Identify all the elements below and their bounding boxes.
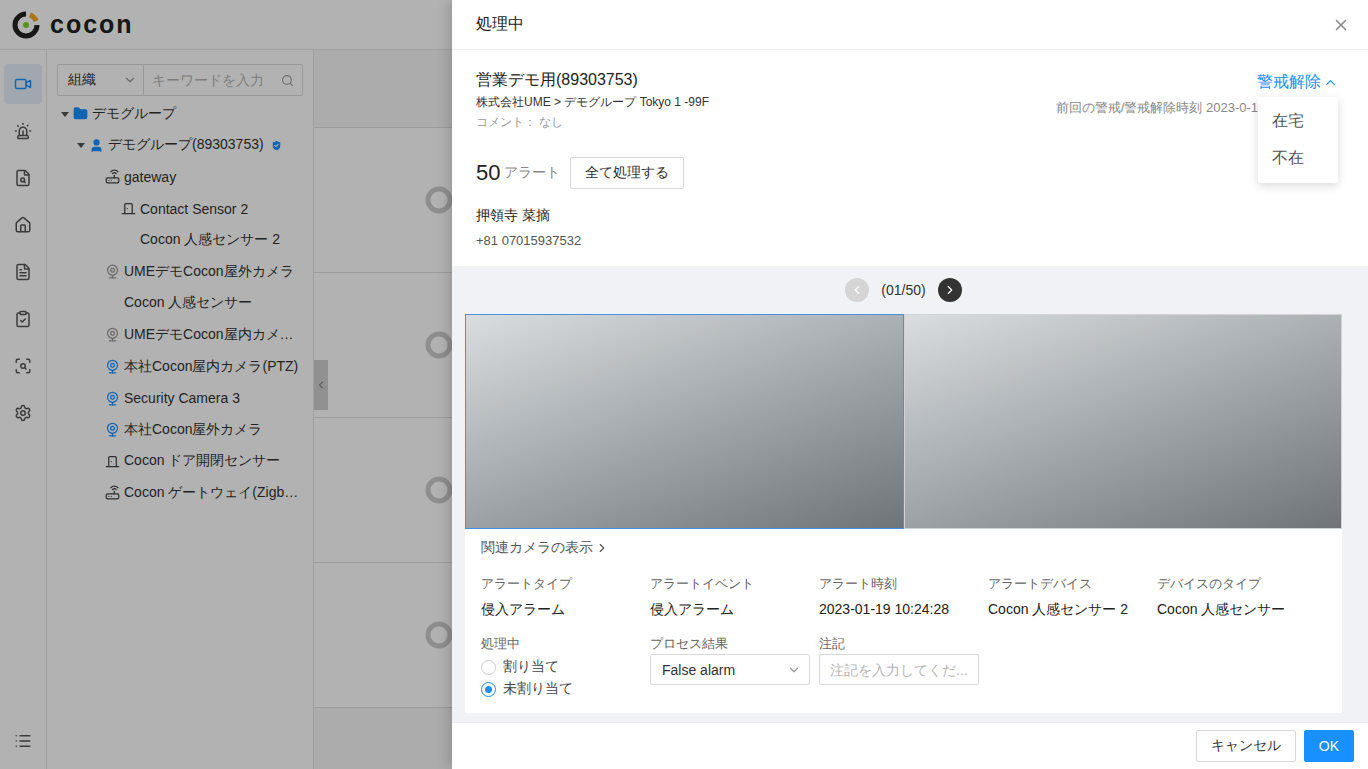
detail-fields: アラートタイプ侵入アラームアラートイベント侵入アラームアラート時刻2023-01… [465,575,1342,619]
field-label: 注記 [819,635,988,653]
snapshot[interactable] [465,314,904,529]
cancel-button[interactable]: キャンセル [1196,730,1296,762]
field-label: アラートイベント [650,575,819,593]
alert-count: 50 [476,160,500,186]
ok-button[interactable]: OK [1304,730,1354,762]
status-radios: 割り当て未割り当て [481,657,650,699]
result-select[interactable]: False alarm [650,654,810,685]
field-value: 侵入アラーム [481,601,650,619]
detail-field: アラートデバイス Cocon 人感センサー 2 [988,575,1157,619]
field-label: アラートタイプ [481,575,650,593]
process-fields: 処理中割り当て未割り当てプロセス結果False alarm注記 [465,635,1342,699]
radio-dot [481,660,496,675]
arm-toggle[interactable]: 警戒解除 [1257,70,1338,93]
drawer-footer: キャンセルOK [452,722,1368,769]
arm-option[interactable]: 在宅 [1258,103,1338,140]
app: cocon組織デモグループデモグループ(89303753)gatewayCont… [0,0,1368,769]
field-value: 侵入アラーム [650,601,819,619]
field-label: アラート時刻 [819,575,988,593]
related-cameras-link[interactable]: 関連カメラの表示 [465,529,1342,557]
field-label: アラートデバイス [988,575,1157,593]
field-value: Cocon 人感センサー 2 [988,601,1157,619]
contact-name: 押領寺 菜摘 [476,207,1338,225]
drawer-header: 処理中 [452,0,1368,50]
arm-menu: 在宅不在 [1258,97,1338,183]
chevron-right-icon [943,283,957,297]
chevron-down-icon [787,663,801,677]
detail-field: デバイスのタイプ Cocon 人感センサー [1157,575,1326,619]
note-input[interactable] [819,654,979,685]
page-text: (01/50) [881,282,925,298]
snapshots [465,314,1342,529]
alert-summary: 50アラート全て処理する [476,157,1338,189]
detail-field: アラートイベント侵入アラーム [650,575,819,619]
status-field: 処理中割り当て未割り当て [481,635,650,699]
drawer-title: 処理中 [476,14,524,35]
alert-card: 関連カメラの表示アラートタイプ侵入アラームアラートイベント侵入アラームアラート時… [465,314,1342,713]
chevron-left-icon [850,283,864,297]
process-all-button[interactable]: 全て処理する [570,157,684,189]
site-comment: コメント： なし [476,114,709,131]
alert-detail-section: (01/50) 関連カメラの表示アラートタイプ侵入アラームアラートイベント侵入アラ… [452,266,1368,722]
snapshot[interactable] [904,314,1343,529]
detail-field: アラート時刻 2023-01-19 10:24:28 [819,575,988,619]
arm-column: 警戒解除在宅不在前回の警戒/警戒解除時刻 2023-0-1 [1056,70,1338,117]
chevron-up-icon [1323,75,1338,90]
field-value: 2023-01-19 10:24:28 [819,601,988,617]
site-path: 株式会社UME > デモグループ Tokyo 1 -99F [476,94,709,111]
field-label: プロセス結果 [650,635,819,653]
arm-option[interactable]: 不在 [1258,140,1338,177]
arm-dropdown: 警戒解除在宅不在 [1257,70,1338,93]
site-block: 営業デモ用(89303753) 株式会社UME > デモグループ Tokyo 1 … [476,70,709,131]
status-radio[interactable]: 未割り当て [481,679,650,699]
field-label: 処理中 [481,635,650,653]
close-button[interactable] [1332,16,1350,34]
close-icon [1332,16,1350,34]
site-info: 営業デモ用(89303753) 株式会社UME > デモグループ Tokyo 1 … [452,50,1368,266]
chevron-right-icon [595,541,609,555]
contact-phone: +81 07015937532 [476,233,1338,248]
detail-field: アラートタイプ侵入アラーム [481,575,650,619]
alert-drawer: 処理中営業デモ用(89303753)株式会社UME > デモグループ Tokyo… [452,0,1368,769]
status-radio[interactable]: 割り当て [481,657,650,677]
pager: (01/50) [465,278,1342,302]
radio-dot [481,682,496,697]
prev-button[interactable] [845,278,869,302]
result-field: プロセス結果False alarm [650,635,819,699]
next-button[interactable] [938,278,962,302]
field-value: Cocon 人感センサー [1157,601,1326,619]
site-name: 営業デモ用(89303753) [476,70,709,91]
field-label: デバイスのタイプ [1157,575,1326,593]
alert-unit: アラート [504,164,560,182]
site-info-top: 営業デモ用(89303753) 株式会社UME > デモグループ Tokyo 1 … [476,70,1338,131]
note-field: 注記 [819,635,988,699]
